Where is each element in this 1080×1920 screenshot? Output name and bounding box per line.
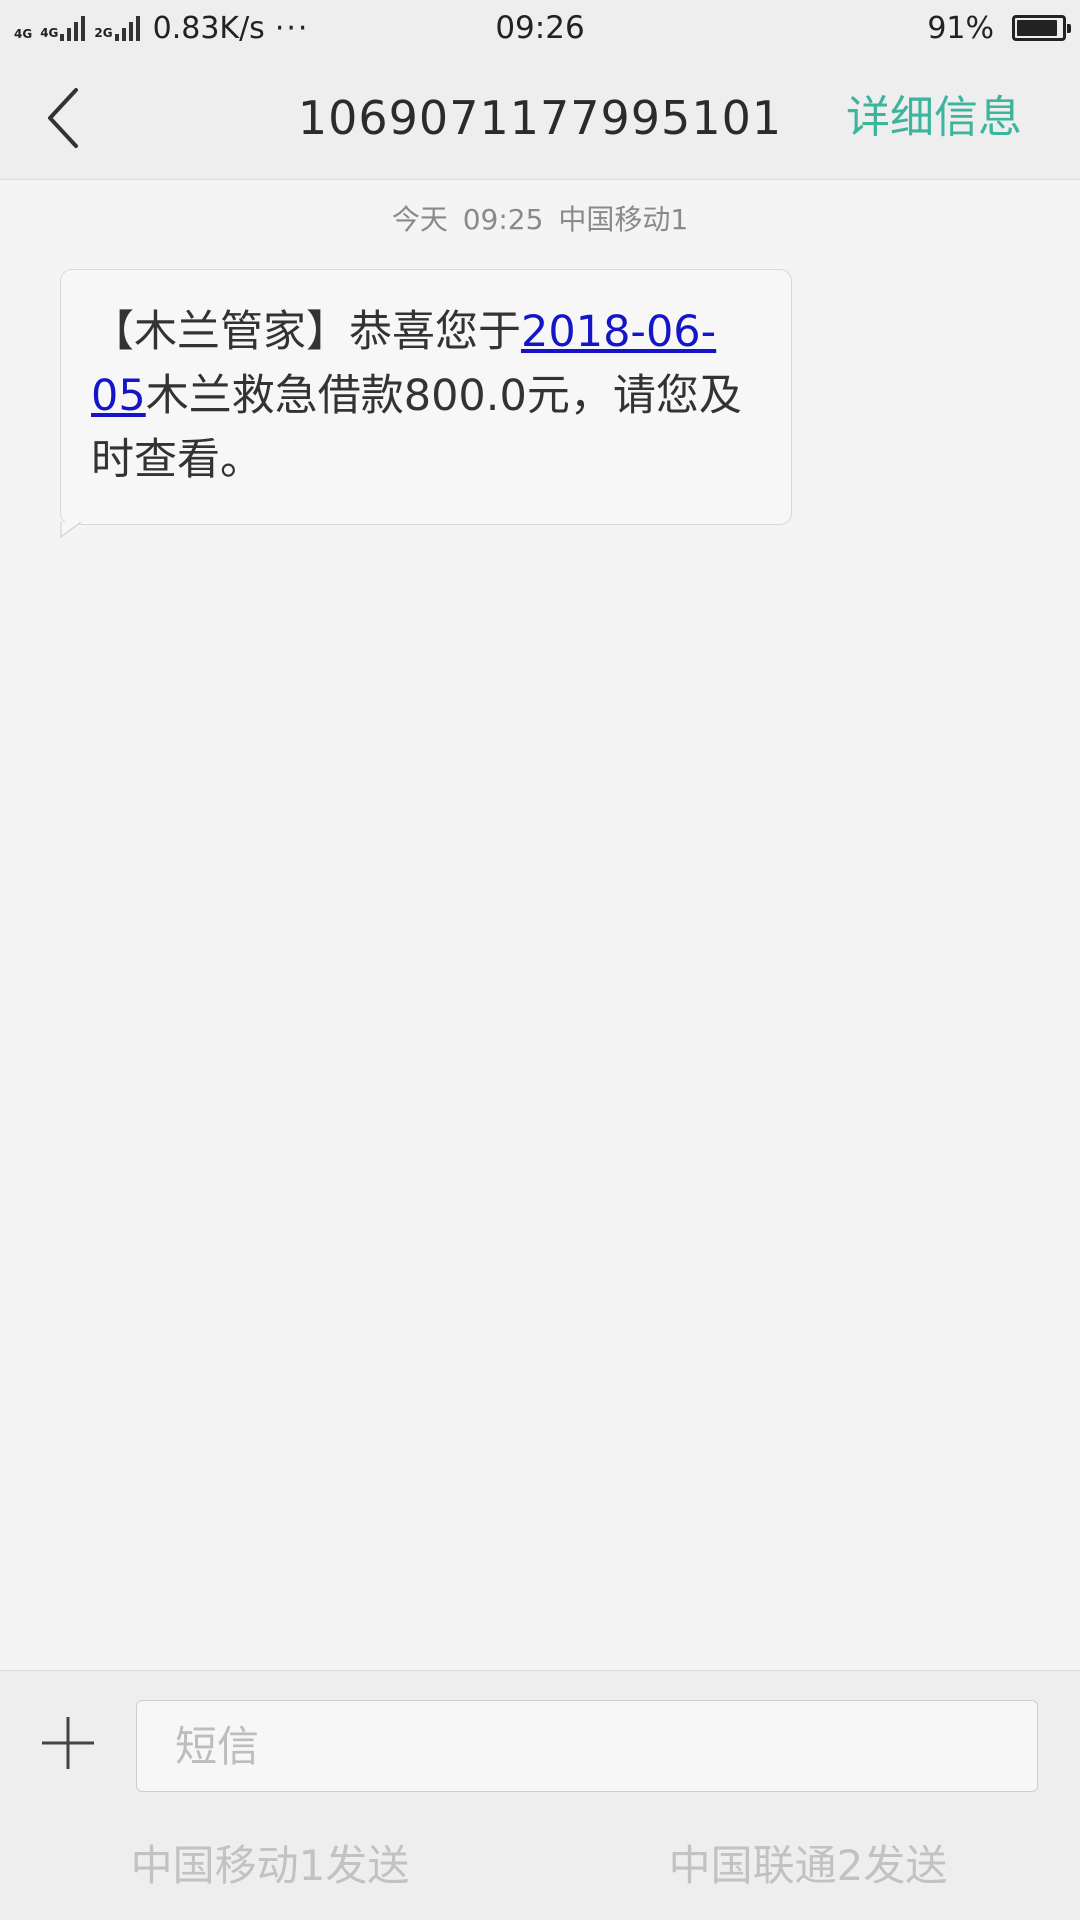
sms-input[interactable] [136,1700,1038,1792]
plus-icon [42,1717,94,1769]
status-time: 09:26 [495,10,585,46]
send-sim2-button[interactable]: 中国联通2发送 [598,1831,1018,1901]
details-button[interactable]: 详细信息 [846,56,1022,180]
add-attachment-button[interactable] [40,1715,96,1771]
battery-icon [1012,15,1071,41]
message-text-prefix: 【木兰管家】恭喜您于 [91,307,521,357]
screen: 4G 4G 2G 0.83K/s ··· 09:26 91% 106907117… [0,0,1080,1920]
composer-bar: 中国移动1发送 中国联通2发送 [0,1670,1080,1920]
message-text-suffix: 木兰救急借款800.0元，请您及时查看。 [91,371,742,485]
battery-percentage: 91% [927,10,994,46]
conversation-header: 1069071177995101 详细信息 [0,56,1080,180]
send-sim1-button[interactable]: 中国移动1发送 [60,1831,480,1901]
battery-fill [1017,20,1057,36]
status-bar: 4G 4G 2G 0.83K/s ··· 09:26 91% [0,0,1080,56]
battery-cap [1067,24,1071,33]
message-bubble[interactable]: 【木兰管家】恭喜您于2018-06-05木兰救急借款800.0元，请您及时查看。 [60,269,792,538]
status-right: 91% [927,0,1071,56]
message-body: 【木兰管家】恭喜您于2018-06-05木兰救急借款800.0元，请您及时查看。 [60,269,792,538]
bubble-tail [60,522,82,538]
message-timestamp: 今天 09:25 中国移动1 [391,203,689,236]
